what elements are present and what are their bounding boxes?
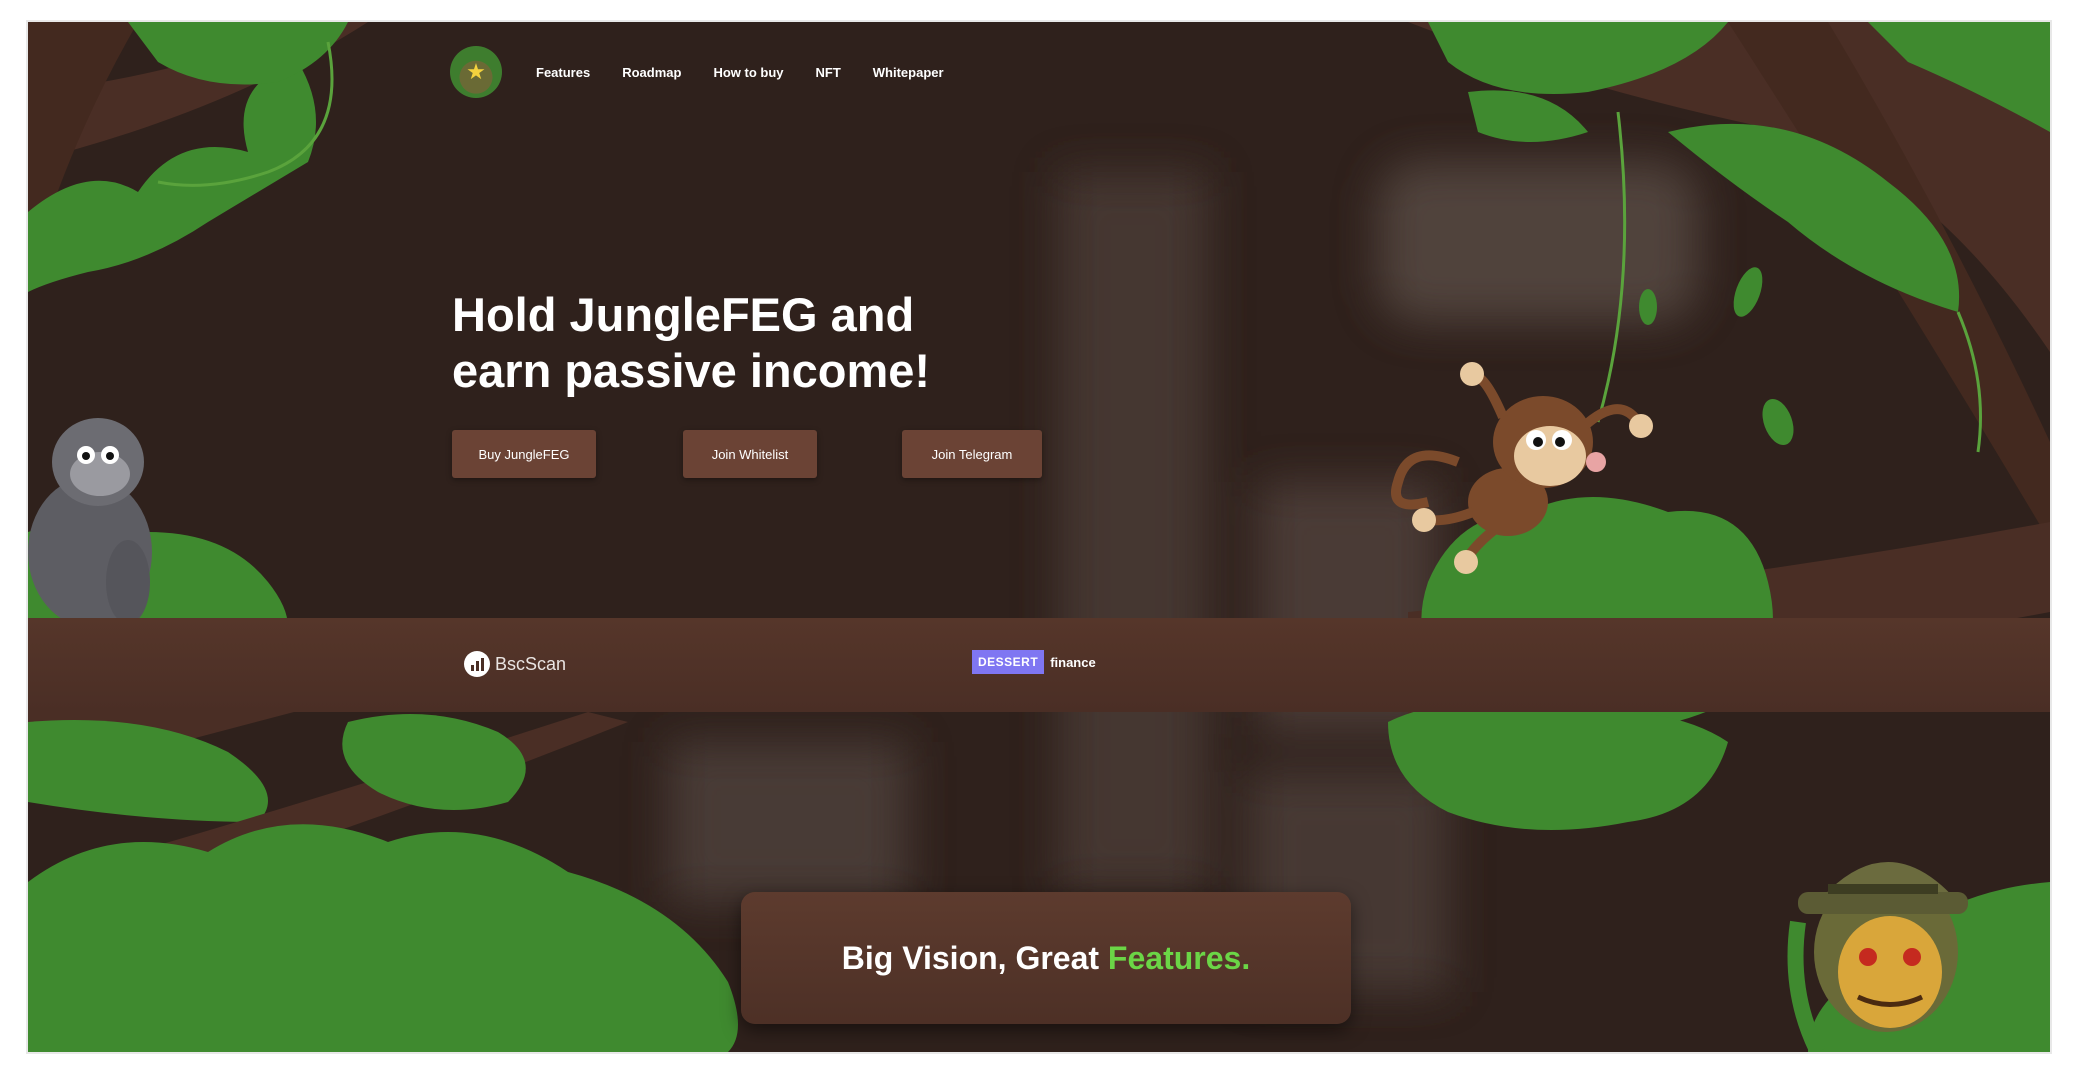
nav-link-features[interactable]: Features (536, 65, 590, 80)
partners-bar: BscScan DESSERT finance (28, 618, 2050, 712)
nav-link-how-to-buy[interactable]: How to buy (713, 65, 783, 80)
logo-mascot-icon[interactable]: ★ (450, 46, 502, 98)
nav-link-whitepaper[interactable]: Whitepaper (873, 65, 944, 80)
bscscan-label: BscScan (495, 653, 567, 674)
features-heading: Big Vision, Great Features. (842, 940, 1250, 977)
top-nav: ★ Features Roadmap How to buy NFT Whitep… (450, 42, 976, 102)
page-frame: ★ Features Roadmap How to buy NFT Whitep… (28, 22, 2050, 1052)
dessert-finance-label: finance (1050, 654, 1096, 670)
join-whitelist-button[interactable]: Join Whitelist (683, 430, 817, 478)
hero-title: Hold JungleFEG and earn passive income! (452, 288, 931, 397)
nav-link-nft[interactable]: NFT (815, 65, 840, 80)
nav-link-roadmap[interactable]: Roadmap (622, 65, 681, 80)
features-heading-accent: Features. (1107, 939, 1251, 976)
join-telegram-button[interactable]: Join Telegram (902, 430, 1042, 478)
buy-junglefeg-button[interactable]: Buy JungleFEG (452, 430, 596, 478)
bscscan-icon (464, 651, 490, 677)
dessert-finance-link[interactable]: DESSERT finance (972, 650, 1096, 674)
dessert-badge: DESSERT (972, 650, 1045, 674)
features-panel: Big Vision, Great Features. (741, 892, 1351, 1024)
bscscan-link[interactable]: BscScan (464, 651, 566, 677)
features-heading-main: Big Vision, Great (841, 939, 1100, 976)
